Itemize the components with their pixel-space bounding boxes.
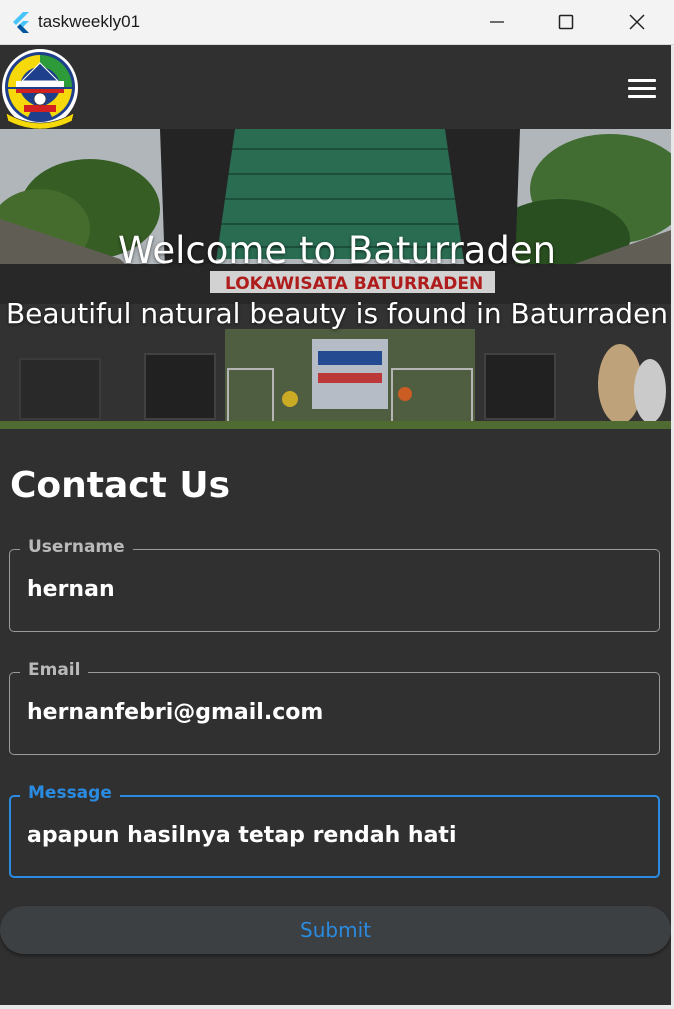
maximize-button[interactable] (543, 0, 589, 45)
hero-subtitle: Beautiful natural beauty is found in Bat… (5, 297, 669, 330)
regency-emblem-logo[interactable] (0, 47, 80, 129)
message-label: Message (20, 783, 120, 803)
hamburger-menu-icon-bar (628, 95, 656, 98)
window-titlebar: taskweekly01 (0, 0, 674, 45)
close-icon (629, 14, 645, 30)
hamburger-menu-button[interactable] (618, 69, 666, 105)
flutter-icon (13, 12, 29, 33)
contact-heading: Contact Us (10, 465, 231, 506)
hamburger-menu-icon-bar (628, 87, 656, 90)
submit-button[interactable]: Submit (0, 906, 671, 954)
minimize-button[interactable] (474, 0, 520, 45)
minimize-icon (490, 21, 504, 23)
window-title: taskweekly01 (38, 12, 141, 31)
hamburger-menu-icon (628, 79, 656, 82)
username-field[interactable]: Username hernan (9, 537, 660, 632)
username-label: Username (20, 537, 133, 557)
email-label: Email (20, 660, 89, 680)
window-border-bottom (0, 1005, 674, 1009)
submit-button-label: Submit (300, 918, 371, 942)
message-value[interactable]: apapun hasilnya tetap rendah hati (27, 823, 456, 848)
hero-banner: LOKAWISATA BATURRADEN Welcome to Baturra… (0, 129, 674, 429)
username-value[interactable]: hernan (27, 577, 115, 602)
close-button[interactable] (614, 0, 660, 45)
email-value[interactable]: hernanfebri@gmail.com (27, 700, 323, 725)
maximize-icon (558, 14, 574, 30)
hero-title: Welcome to Baturraden (117, 229, 557, 272)
app-bar (0, 45, 674, 129)
message-field[interactable]: Message apapun hasilnya tetap rendah hat… (9, 783, 660, 878)
hero-background-image: LOKAWISATA BATURRADEN (0, 129, 674, 429)
email-field[interactable]: Email hernanfebri@gmail.com (9, 660, 660, 755)
